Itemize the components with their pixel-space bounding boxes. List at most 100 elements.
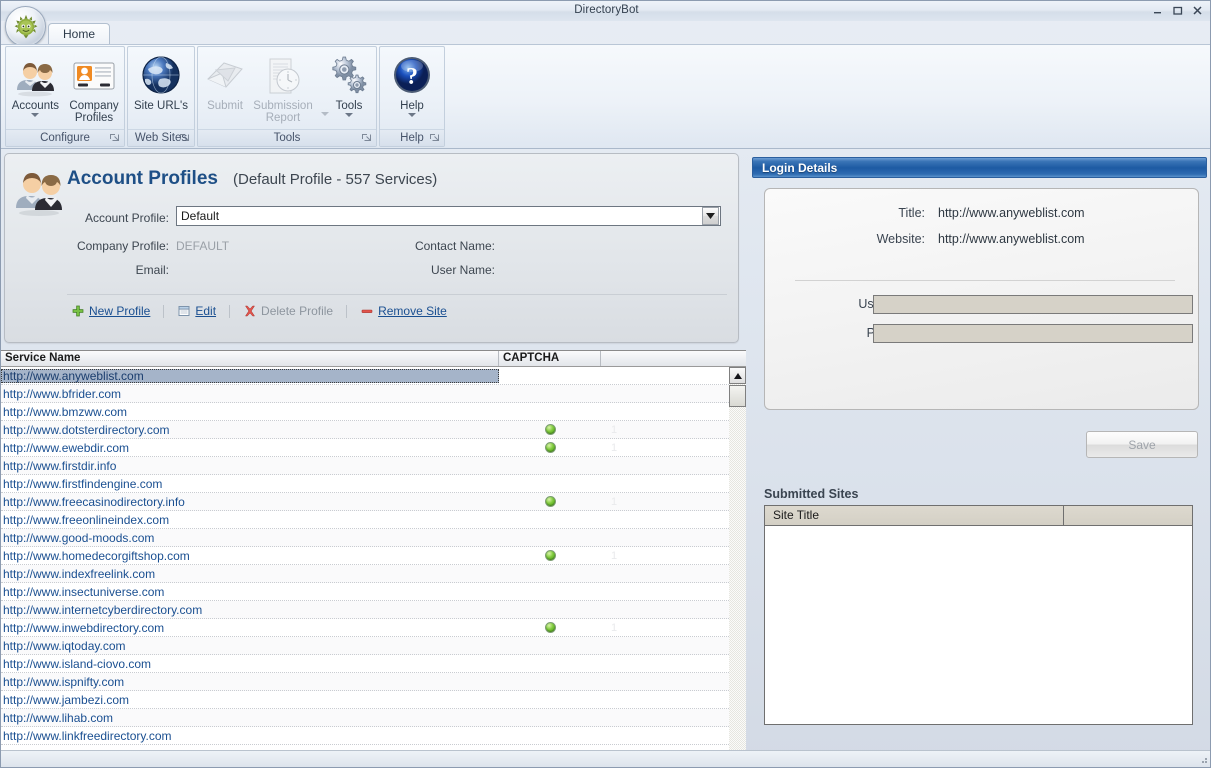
ribbon-button-accounts[interactable]: Accounts bbox=[7, 51, 63, 117]
service-name-cell[interactable]: http://www.anyweblist.com bbox=[1, 368, 499, 383]
table-row[interactable]: http://www.firstfindengine.com bbox=[1, 475, 729, 493]
new-profile-button[interactable]: New Profile bbox=[71, 304, 150, 318]
column-header-site-title[interactable]: Site Title bbox=[765, 506, 1064, 525]
ribbon-button-submission-report[interactable]: Submission Report bbox=[253, 51, 329, 124]
ribbon-button-tools[interactable]: Tools bbox=[321, 51, 377, 117]
service-name-cell[interactable]: http://www.ewebdir.com bbox=[1, 441, 499, 455]
table-row[interactable]: http://www.indexfreelink.com bbox=[1, 565, 729, 583]
table-row[interactable]: http://www.firstdir.info bbox=[1, 457, 729, 475]
service-name-cell[interactable]: http://www.linkfreedirectory.com bbox=[1, 729, 499, 743]
page-subtitle: (Default Profile - 557 Services) bbox=[233, 171, 438, 188]
login-details-box: Title: http://www.anyweblist.com Website… bbox=[764, 188, 1199, 410]
service-name-cell[interactable]: http://www.inwebdirectory.com bbox=[1, 621, 499, 635]
chevron-down-icon[interactable] bbox=[408, 113, 416, 117]
ribbon-button-site-urls[interactable]: Site URL's bbox=[130, 51, 192, 112]
captcha-indicator-icon bbox=[544, 550, 556, 561]
table-row[interactable]: http://www.linkfreedirectory.com bbox=[1, 727, 729, 745]
service-name-cell[interactable]: http://www.firstfindengine.com bbox=[1, 477, 499, 491]
ribbon-button-label: Help bbox=[400, 100, 424, 112]
table-row[interactable]: http://www.freeonlineindex.com bbox=[1, 511, 729, 529]
close-icon[interactable] bbox=[1188, 3, 1207, 18]
service-name-cell[interactable]: http://www.homedecorgiftshop.com bbox=[1, 549, 499, 563]
service-list-scrollbar[interactable] bbox=[729, 367, 746, 767]
service-name-cell[interactable]: http://www.jambezi.com bbox=[1, 693, 499, 707]
resize-grip-icon[interactable] bbox=[1197, 753, 1209, 765]
captcha-cell bbox=[499, 496, 601, 507]
column-header-service-name[interactable]: Service Name bbox=[1, 351, 499, 366]
scroll-up-icon[interactable] bbox=[729, 367, 746, 384]
login-details-panel: Login Details Title: http://www.anywebli… bbox=[749, 149, 1210, 767]
service-name-cell[interactable]: http://www.indexfreelink.com bbox=[1, 567, 499, 581]
edit-button[interactable]: Edit bbox=[177, 304, 216, 318]
dialog-launcher-icon[interactable] bbox=[429, 133, 440, 144]
scrollbar-track[interactable] bbox=[729, 384, 746, 767]
scrollbar-thumb[interactable] bbox=[729, 385, 746, 407]
service-name-cell[interactable]: http://www.island-ciovo.com bbox=[1, 657, 499, 671]
table-row[interactable]: http://www.insectuniverse.com bbox=[1, 583, 729, 601]
maximize-icon[interactable] bbox=[1168, 3, 1187, 18]
main-content: Account Profiles (Default Profile - 557 … bbox=[1, 149, 1210, 767]
ribbon-button-submit[interactable]: Submit bbox=[197, 51, 253, 112]
chevron-down-icon[interactable] bbox=[31, 113, 40, 117]
table-row[interactable]: http://www.inwebdirectory.com 1 bbox=[1, 619, 729, 637]
table-row[interactable]: http://www.lihab.com bbox=[1, 709, 729, 727]
service-name-cell[interactable]: http://www.good-moods.com bbox=[1, 531, 499, 545]
table-row[interactable]: http://www.homedecorgiftshop.com 1 bbox=[1, 547, 729, 565]
service-name-cell[interactable]: http://www.freecasinodirectory.info bbox=[1, 495, 499, 509]
ribbon-button-label: Accounts bbox=[11, 100, 60, 112]
column-header-captcha[interactable]: CAPTCHA bbox=[499, 351, 601, 366]
submitted-sites-grid[interactable]: Site Title bbox=[764, 505, 1193, 725]
minimize-icon[interactable] bbox=[1148, 3, 1167, 18]
dialog-launcher-icon[interactable] bbox=[361, 133, 372, 144]
users-icon bbox=[13, 166, 65, 218]
table-row[interactable]: http://www.freecasinodirectory.info 1 bbox=[1, 493, 729, 511]
service-name-cell[interactable]: http://www.firstdir.info bbox=[1, 459, 499, 473]
table-row[interactable]: http://www.island-ciovo.com bbox=[1, 655, 729, 673]
table-row[interactable]: http://www.internetcyberdirectory.com bbox=[1, 601, 729, 619]
service-name-cell[interactable]: http://www.bmzww.com bbox=[1, 405, 499, 419]
column-header-extra[interactable] bbox=[601, 351, 729, 366]
table-row[interactable]: http://www.iqtoday.com bbox=[1, 637, 729, 655]
service-name-cell[interactable]: http://www.lihab.com bbox=[1, 711, 499, 725]
service-name-cell[interactable]: http://www.freeonlineindex.com bbox=[1, 513, 499, 527]
dialog-launcher-icon[interactable] bbox=[109, 133, 120, 144]
ribbon-button-help[interactable]: ? Help bbox=[384, 51, 440, 117]
ribbon-group-tools: Submit Submission Report Tools Tools bbox=[197, 46, 377, 147]
user-name-input[interactable] bbox=[873, 295, 1193, 314]
delete-profile-button[interactable]: Delete Profile bbox=[243, 304, 333, 318]
service-list-body[interactable]: http://www.anyweblist.com http://www.bfri… bbox=[1, 367, 729, 767]
chevron-down-icon[interactable] bbox=[345, 113, 353, 117]
table-row[interactable]: http://www.jambezi.com bbox=[1, 691, 729, 709]
app-menu-button[interactable] bbox=[5, 6, 46, 47]
window-title: DirectoryBot bbox=[574, 4, 639, 16]
remove-site-button[interactable]: Remove Site bbox=[360, 304, 447, 318]
count-cell: 1 bbox=[611, 621, 618, 634]
table-row[interactable]: http://www.ewebdir.com 1 bbox=[1, 439, 729, 457]
ribbon-group-help: ? Help Help bbox=[379, 46, 445, 147]
table-row[interactable]: http://www.dotsterdirectory.com 1 bbox=[1, 421, 729, 439]
account-profile-select[interactable]: Default bbox=[176, 206, 721, 226]
column-header-extra[interactable] bbox=[1064, 506, 1192, 525]
table-row[interactable]: http://www.bmzww.com bbox=[1, 403, 729, 421]
ribbon-group-label-web-sites: Web Sites bbox=[128, 129, 194, 146]
table-row[interactable]: http://www.bfrider.com bbox=[1, 385, 729, 403]
save-button[interactable]: Save bbox=[1086, 431, 1198, 458]
service-name-cell[interactable]: http://www.dotsterdirectory.com bbox=[1, 423, 499, 437]
service-name-cell[interactable]: http://www.iqtoday.com bbox=[1, 639, 499, 653]
table-row[interactable]: http://www.anyweblist.com bbox=[1, 367, 729, 385]
service-name-cell[interactable]: http://www.internetcyberdirectory.com bbox=[1, 603, 499, 617]
account-profile-label: Account Profile: bbox=[84, 211, 169, 225]
captcha-indicator-icon bbox=[544, 622, 556, 633]
chevron-down-icon[interactable] bbox=[702, 207, 719, 225]
password-input[interactable] bbox=[873, 324, 1193, 343]
tab-home[interactable]: Home bbox=[48, 23, 111, 46]
dialog-launcher-icon[interactable] bbox=[179, 133, 190, 144]
user-name-label: User Name: bbox=[430, 263, 495, 277]
service-name-cell[interactable]: http://www.insectuniverse.com bbox=[1, 585, 499, 599]
table-row[interactable]: http://www.ispnifty.com bbox=[1, 673, 729, 691]
ribbon-button-company-profiles[interactable]: Company Profiles bbox=[65, 51, 122, 124]
captcha-cell bbox=[499, 622, 601, 633]
service-name-cell[interactable]: http://www.ispnifty.com bbox=[1, 675, 499, 689]
service-name-cell[interactable]: http://www.bfrider.com bbox=[1, 387, 499, 401]
table-row[interactable]: http://www.good-moods.com bbox=[1, 529, 729, 547]
